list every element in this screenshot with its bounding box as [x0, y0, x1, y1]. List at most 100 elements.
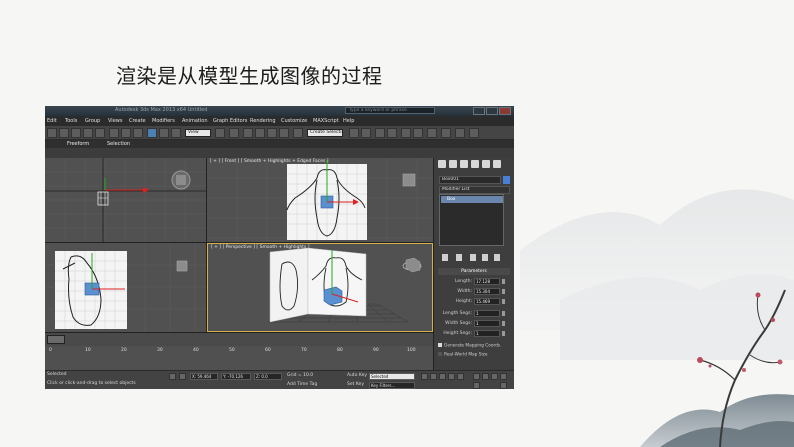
menu-modifiers[interactable]: Modifiers	[152, 118, 175, 124]
remove-modifier-icon[interactable]	[482, 254, 488, 261]
select-manipulate-icon[interactable]	[229, 128, 239, 138]
modifier-list-dropdown[interactable]: Modifier List	[439, 186, 510, 194]
motion-tab-icon[interactable]	[471, 160, 479, 168]
menu-views[interactable]: Views	[108, 118, 122, 124]
select-rotate-icon[interactable]	[159, 128, 169, 138]
graphite-ribbon-icon[interactable]	[387, 128, 397, 138]
menu-customize[interactable]: Customize	[281, 118, 307, 124]
maximize-viewport-icon[interactable]	[500, 382, 507, 389]
selected-dropdown[interactable]: Selected	[369, 373, 415, 380]
track-bar[interactable]: 0 10 20 30 40 50 60 70 80 90 100	[45, 346, 433, 370]
go-to-start-icon[interactable]	[421, 373, 428, 380]
width-spinner[interactable]	[502, 289, 505, 294]
modify-tab-icon[interactable]	[449, 160, 457, 168]
region-select-icon[interactable]	[133, 128, 143, 138]
minimize-button[interactable]	[473, 107, 485, 115]
viewport-perspective[interactable]: [ + ] [ Perspective ] [ Smooth + Highlig…	[207, 243, 433, 332]
percent-snap-icon[interactable]	[267, 128, 277, 138]
pin-stack-icon[interactable]	[442, 254, 448, 261]
pivot-center-icon[interactable]	[215, 128, 225, 138]
x-coordinate-field[interactable]: X: 59.464	[190, 373, 218, 380]
orbit-icon[interactable]	[500, 373, 507, 380]
viewport-left[interactable]	[45, 243, 206, 332]
display-tab-icon[interactable]	[482, 160, 490, 168]
menu-edit[interactable]: Edit	[47, 118, 57, 124]
viewport-top[interactable]	[45, 158, 206, 242]
height-segs-spinner[interactable]	[502, 331, 505, 336]
ribbon-tab-freeform[interactable]: Freeform	[67, 141, 89, 147]
utilities-tab-icon[interactable]	[493, 160, 501, 168]
object-color-swatch[interactable]	[503, 176, 510, 184]
width-segs-input[interactable]: 1	[474, 320, 500, 327]
key-filters-button[interactable]: Key Filters...	[369, 382, 415, 389]
width-segs-spinner[interactable]	[502, 321, 505, 326]
time-slider-handle[interactable]	[47, 335, 65, 344]
select-object-icon[interactable]	[109, 128, 119, 138]
menu-group[interactable]: Group	[85, 118, 100, 124]
lock-selection-icon[interactable]	[169, 373, 176, 380]
width-input[interactable]: 15.304	[474, 288, 500, 295]
hierarchy-tab-icon[interactable]	[460, 160, 468, 168]
previous-frame-icon[interactable]	[430, 373, 437, 380]
named-selection-dropdown[interactable]: Create Selection Se	[307, 129, 343, 137]
absolute-mode-icon[interactable]	[179, 373, 186, 380]
close-button[interactable]	[499, 107, 511, 115]
object-name-field[interactable]: Box001	[439, 176, 501, 184]
checkbox-unchecked[interactable]	[438, 352, 442, 356]
maximize-button[interactable]	[486, 107, 498, 115]
create-tab-icon[interactable]	[438, 160, 446, 168]
go-to-end-icon[interactable]	[457, 373, 464, 380]
height-segs-input[interactable]: 1	[474, 330, 500, 337]
auto-key-button[interactable]: Auto Key	[347, 373, 367, 378]
length-spinner[interactable]	[502, 279, 505, 284]
menu-maxscript[interactable]: MAXScript	[313, 118, 339, 124]
pan-view-icon[interactable]	[491, 373, 498, 380]
viewport-front-label[interactable]: [ + ] [ Front ] [ Smooth + Highlights + …	[210, 159, 329, 164]
add-time-tag[interactable]: Add Time Tag	[287, 382, 317, 387]
layer-manager-icon[interactable]	[375, 128, 385, 138]
reference-coordinate-dropdown[interactable]: View	[185, 129, 211, 137]
modifier-stack-item[interactable]: Box	[441, 196, 503, 203]
menu-rendering[interactable]: Rendering	[250, 118, 276, 124]
configure-sets-icon[interactable]	[494, 254, 500, 261]
unlink-icon[interactable]	[83, 128, 93, 138]
real-world-map-checkbox[interactable]: Real-World Map Size	[438, 352, 488, 358]
menu-graph-editors[interactable]: Graph Editors	[213, 118, 247, 124]
field-of-view-icon[interactable]	[473, 382, 480, 389]
mirror-icon[interactable]	[349, 128, 359, 138]
spinner-snap-icon[interactable]	[279, 128, 289, 138]
set-key-button[interactable]: Set Key	[347, 382, 364, 387]
checkbox-checked[interactable]	[438, 343, 442, 347]
menu-animation[interactable]: Animation	[182, 118, 208, 124]
snap-toggle-icon[interactable]	[243, 128, 253, 138]
select-by-name-icon[interactable]	[121, 128, 131, 138]
select-move-icon[interactable]	[147, 128, 157, 138]
viewport-perspective-label[interactable]: [ + ] [ Perspective ] [ Smooth + Highlig…	[211, 245, 309, 250]
length-segs-spinner[interactable]	[502, 311, 505, 316]
rendered-frame-window-icon[interactable]	[455, 128, 465, 138]
angle-snap-icon[interactable]	[255, 128, 265, 138]
length-input[interactable]: 17.128	[474, 278, 500, 285]
menu-create[interactable]: Create	[129, 118, 146, 124]
y-coordinate-field[interactable]: Y: -70.126	[221, 373, 251, 380]
search-input[interactable]: Type a keyword or phrase	[345, 107, 435, 114]
play-icon[interactable]	[439, 373, 446, 380]
z-coordinate-field[interactable]: Z: 0.0	[254, 373, 282, 380]
next-frame-icon[interactable]	[448, 373, 455, 380]
select-scale-icon[interactable]	[171, 128, 181, 138]
bind-space-warp-icon[interactable]	[95, 128, 105, 138]
zoom-icon[interactable]	[473, 373, 480, 380]
ribbon-tab-selection[interactable]: Selection	[107, 141, 130, 147]
height-spinner[interactable]	[502, 299, 505, 304]
length-segs-input[interactable]: 1	[474, 310, 500, 317]
parameters-rollout-header[interactable]: Parameters	[438, 268, 510, 275]
align-icon[interactable]	[361, 128, 371, 138]
menu-tools[interactable]: Tools	[65, 118, 77, 124]
schematic-view-icon[interactable]	[413, 128, 423, 138]
show-end-result-icon[interactable]	[456, 254, 462, 261]
link-icon[interactable]	[71, 128, 81, 138]
render-setup-icon[interactable]	[441, 128, 451, 138]
generate-mapping-checkbox[interactable]: Generate Mapping Coords.	[438, 343, 502, 349]
zoom-all-icon[interactable]	[482, 373, 489, 380]
viewport-front[interactable]: [ + ] [ Front ] [ Smooth + Highlights + …	[207, 158, 433, 242]
